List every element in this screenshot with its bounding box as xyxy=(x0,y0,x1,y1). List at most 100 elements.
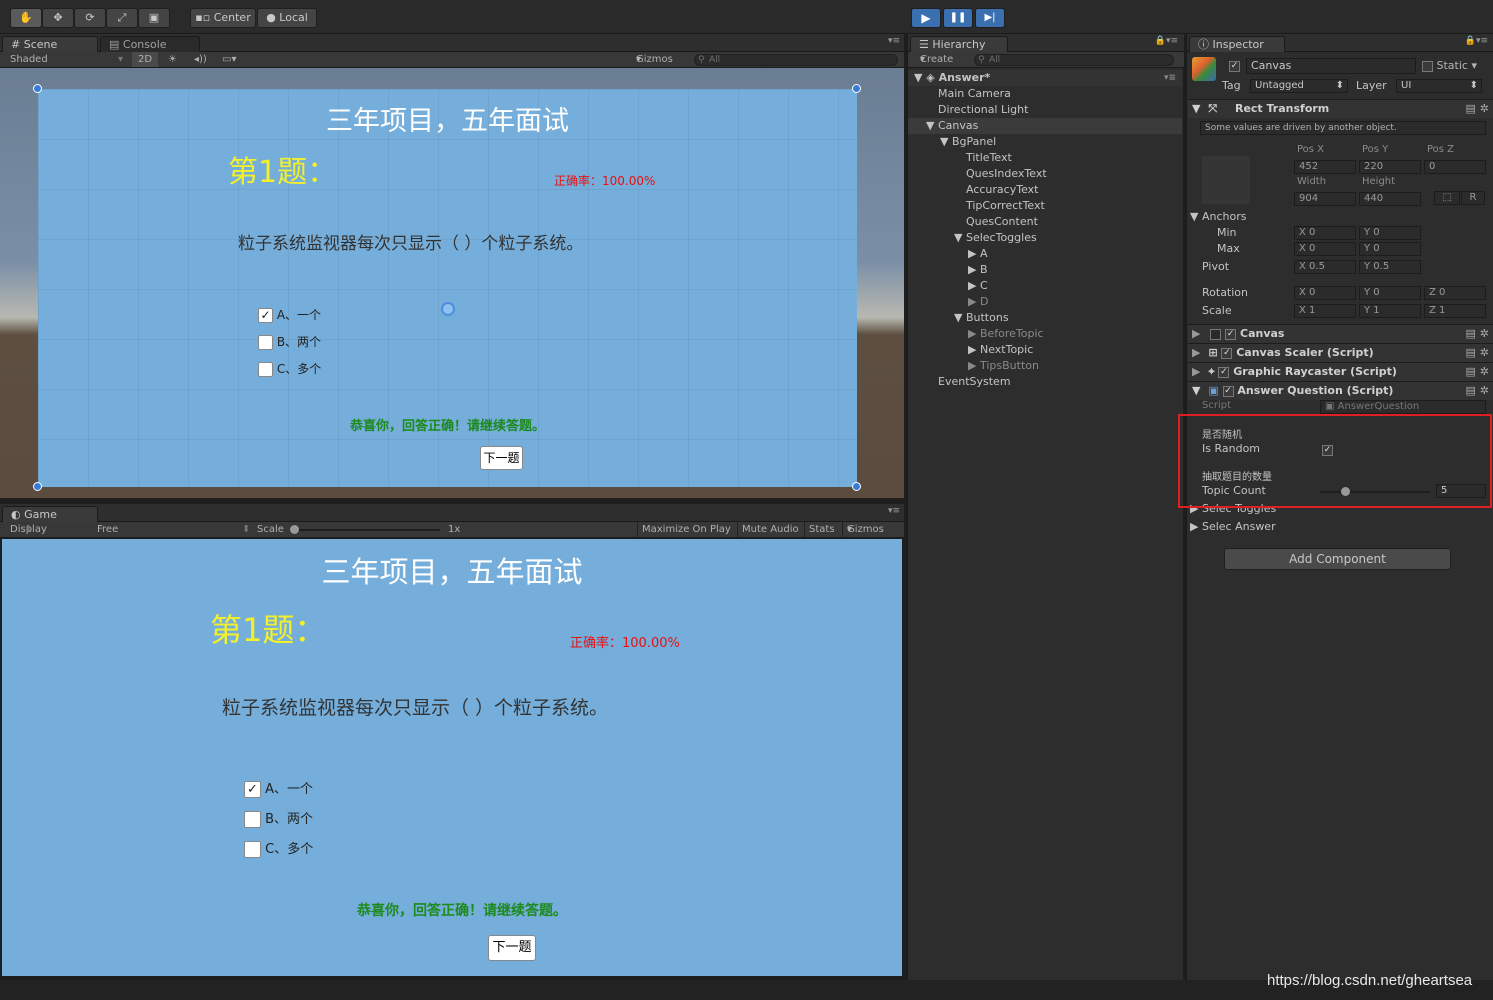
play-button[interactable]: ▶ xyxy=(911,8,941,28)
checkbox-checked-icon[interactable]: ✓ xyxy=(1229,60,1240,72)
gizmos-toggle[interactable]: Gizmos ▾ xyxy=(842,522,884,537)
blueprint-mode-icon[interactable]: ⬚ xyxy=(1434,191,1460,205)
hierarchy-item-b[interactable]: ▶ B xyxy=(908,262,1182,278)
checkbox-checked-icon[interactable]: ✓ xyxy=(258,308,273,323)
pivot-center-button[interactable]: ▪▫ Center xyxy=(190,8,256,28)
tag-dropdown[interactable]: Untagged ⬍ xyxy=(1250,79,1348,93)
mode-2d-toggle[interactable]: 2D xyxy=(132,52,159,67)
pos-x-field[interactable]: 452 xyxy=(1294,160,1356,174)
hierarchy-search-input[interactable]: ⚲ All xyxy=(974,54,1174,66)
foldout-right-icon[interactable]: ▶ xyxy=(1192,365,1200,378)
checkbox-icon[interactable] xyxy=(258,335,273,350)
checkbox-icon[interactable] xyxy=(244,841,261,858)
rotation-x-field[interactable]: X 0 xyxy=(1294,286,1356,300)
active-toggle[interactable]: ✓ xyxy=(1229,59,1240,72)
checkbox-icon[interactable] xyxy=(1422,60,1433,72)
game-next-button[interactable]: 下一题 xyxy=(488,935,536,961)
panel-menu-icon[interactable]: ▾≡ xyxy=(888,36,900,46)
checkbox-icon[interactable] xyxy=(244,811,261,828)
hierarchy-item-eventsystem[interactable]: EventSystem xyxy=(908,374,1182,390)
maximize-on-play-toggle[interactable]: Maximize On Play xyxy=(637,522,731,537)
anchor-max-y-field[interactable]: Y 0 xyxy=(1359,242,1421,256)
hierarchy-item-selectoggles[interactable]: ▼ SelecToggles xyxy=(908,230,1182,246)
scene-next-button[interactable]: 下一题 xyxy=(480,446,523,470)
effects-toggle-icon[interactable]: ▭▾ xyxy=(222,52,236,67)
stats-toggle[interactable]: Stats xyxy=(804,522,835,537)
anchor-min-x-field[interactable]: X 0 xyxy=(1294,226,1356,240)
game-option-b[interactable]: B、两个 xyxy=(244,808,313,828)
pivot-y-field[interactable]: Y 0.5 xyxy=(1359,260,1421,274)
component-gear-icon[interactable]: ▤ ✲ xyxy=(1466,382,1489,400)
foldout-down-icon[interactable]: ▼ xyxy=(1192,384,1200,397)
scene-menu-icon[interactable]: ▾≡ xyxy=(1164,70,1176,86)
component-gear-icon[interactable]: ▤ ✲ xyxy=(1466,100,1489,118)
pos-z-field[interactable]: 0 xyxy=(1424,160,1486,174)
checkbox-checked-icon[interactable]: ✓ xyxy=(1221,347,1233,359)
scale-z-field[interactable]: Z 1 xyxy=(1424,304,1486,318)
game-option-c[interactable]: C、多个 xyxy=(244,838,313,858)
rect-handle-bottom-left[interactable] xyxy=(33,482,42,491)
rect-handle-bottom-right[interactable] xyxy=(852,482,861,491)
hierarchy-item-quesindextext[interactable]: QuesIndexText xyxy=(908,166,1182,182)
tab-hierarchy[interactable]: ☰ Hierarchy xyxy=(910,36,1008,52)
pivot-local-button[interactable]: ● Local xyxy=(257,8,317,28)
add-component-button[interactable]: Add Component xyxy=(1224,548,1451,570)
height-field[interactable]: 440 xyxy=(1359,192,1421,206)
move-tool-icon[interactable]: ✥ xyxy=(42,8,74,28)
checkbox-checked-icon[interactable]: ✓ xyxy=(1225,328,1237,340)
hierarchy-item-buttons[interactable]: ▼ Buttons xyxy=(908,310,1182,326)
game-option-a[interactable]: ✓ A、一个 xyxy=(244,778,313,798)
layer-dropdown[interactable]: UI ⬍ xyxy=(1396,79,1482,93)
component-canvas-scaler[interactable]: ▶ ⊞ ✓ Canvas Scaler (Script) ▤ ✲ xyxy=(1188,343,1493,362)
rotation-y-field[interactable]: Y 0 xyxy=(1359,286,1421,300)
tab-scene[interactable]: # Scene xyxy=(2,36,98,52)
scale-tool-icon[interactable]: ⤢ xyxy=(106,8,138,28)
hierarchy-item-tipcorrecttext[interactable]: TipCorrectText xyxy=(908,198,1182,214)
hierarchy-item-accuracytext[interactable]: AccuracyText xyxy=(908,182,1182,198)
scene-root-item[interactable]: ▼ ◈ Answer* ▾≡ xyxy=(908,70,1182,86)
checkbox-icon[interactable] xyxy=(258,362,273,377)
rect-handle-top-left[interactable] xyxy=(33,84,42,93)
object-name-field[interactable]: Canvas xyxy=(1246,58,1416,74)
component-canvas[interactable]: ▶ ✓ Canvas ▤ ✲ xyxy=(1188,324,1493,343)
tab-console[interactable]: ▤ Console xyxy=(100,36,200,52)
foldout-right-icon[interactable]: ▶ xyxy=(1192,346,1200,359)
component-gear-icon[interactable]: ▤ ✲ xyxy=(1466,363,1489,381)
rect-tool-icon[interactable]: ▣ xyxy=(138,8,170,28)
checkbox-checked-icon[interactable]: ✓ xyxy=(244,781,261,798)
hierarchy-item-nexttopic[interactable]: ▶ NextTopic xyxy=(908,342,1182,358)
lock-icon[interactable]: 🔒▾≡ xyxy=(1155,36,1178,46)
mute-audio-toggle[interactable]: Mute Audio xyxy=(737,522,799,537)
hierarchy-item-main-camera[interactable]: Main Camera xyxy=(908,86,1182,102)
scale-y-field[interactable]: Y 1 xyxy=(1359,304,1421,318)
scene-option-a[interactable]: ✓ A、一个 xyxy=(258,306,321,323)
scale-x-field[interactable]: X 1 xyxy=(1294,304,1356,318)
anchor-min-y-field[interactable]: Y 0 xyxy=(1359,226,1421,240)
rotation-z-field[interactable]: Z 0 xyxy=(1424,286,1486,300)
panel-menu-icon[interactable]: ▾≡ xyxy=(888,506,900,516)
hierarchy-item-bgpanel[interactable]: ▼ BgPanel xyxy=(908,134,1182,150)
scale-slider-track[interactable] xyxy=(290,529,440,531)
foldout-right-icon[interactable]: ▶ xyxy=(1192,327,1200,340)
rect-transform-header[interactable]: ▼ ⤧ Rect Transform ▤ ✲ xyxy=(1188,99,1493,118)
hand-tool-icon[interactable]: ✋ xyxy=(10,8,42,28)
selec-answer-foldout[interactable]: ▶ Selec Answer xyxy=(1190,520,1276,533)
lighting-toggle-icon[interactable]: ☀ xyxy=(168,52,177,67)
scene-search-input[interactable]: ⚲ All xyxy=(694,54,898,66)
rect-handle-top-right[interactable] xyxy=(852,84,861,93)
hierarchy-item-directional-light[interactable]: Directional Light xyxy=(908,102,1182,118)
hierarchy-item-c[interactable]: ▶ C xyxy=(908,278,1182,294)
anchor-preset-icon[interactable] xyxy=(1202,156,1250,204)
component-gear-icon[interactable]: ▤ ✲ xyxy=(1466,344,1489,362)
raw-edit-button[interactable]: R xyxy=(1461,191,1485,205)
rotate-tool-icon[interactable]: ⟳ xyxy=(74,8,106,28)
tab-inspector[interactable]: ⓘ Inspector xyxy=(1189,36,1285,52)
hierarchy-item-d[interactable]: ▶ D xyxy=(908,294,1182,310)
checkbox-checked-icon[interactable]: ✓ xyxy=(1218,366,1230,378)
gizmos-dropdown[interactable]: Gizmos ▾ xyxy=(636,52,673,67)
hierarchy-item-titletext[interactable]: TitleText xyxy=(908,150,1182,166)
pos-y-field[interactable]: 220 xyxy=(1359,160,1421,174)
scene-option-b[interactable]: B、两个 xyxy=(258,333,321,350)
hierarchy-item-quescontent[interactable]: QuesContent xyxy=(908,214,1182,230)
width-field[interactable]: 904 xyxy=(1294,192,1356,206)
